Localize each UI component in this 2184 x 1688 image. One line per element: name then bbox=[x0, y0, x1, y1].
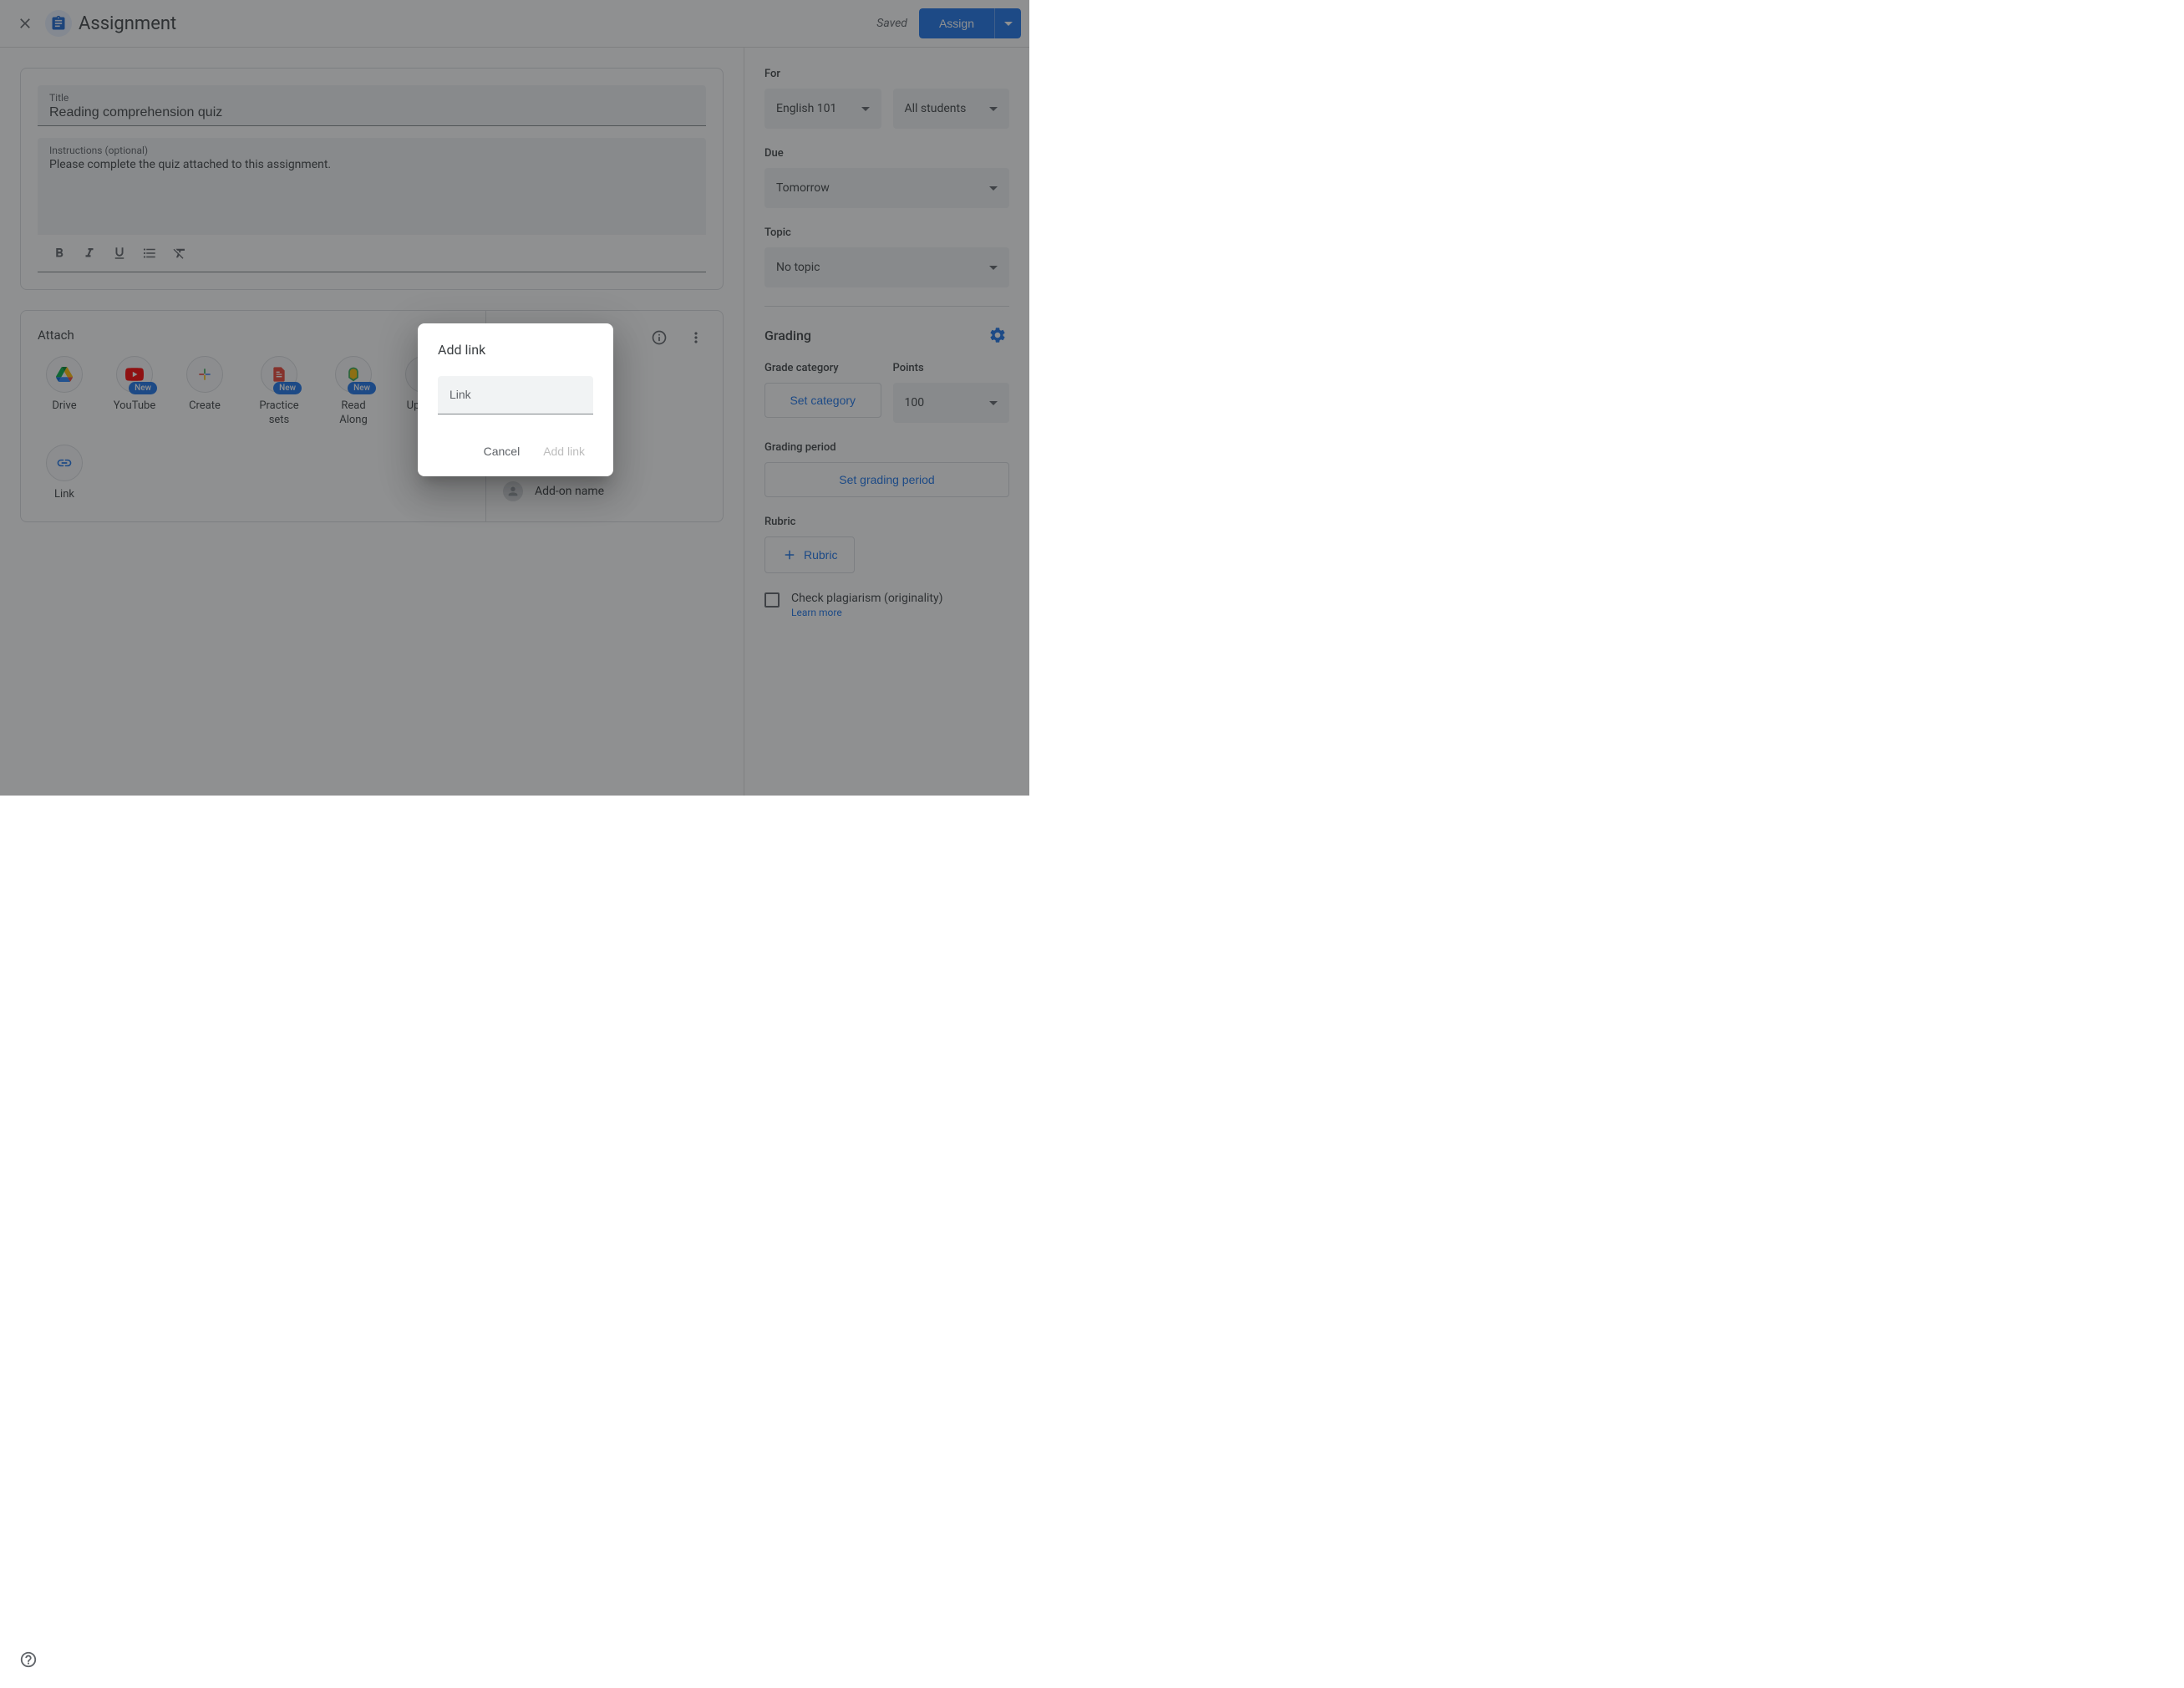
dialog-cancel-button[interactable]: Cancel bbox=[475, 438, 529, 465]
dialog-confirm-button[interactable]: Add link bbox=[535, 438, 593, 465]
dialog-title: Add link bbox=[438, 342, 593, 358]
help-icon bbox=[19, 1650, 38, 1669]
link-input-field[interactable] bbox=[438, 376, 593, 414]
link-input[interactable] bbox=[449, 388, 582, 401]
add-link-dialog: Add link Cancel Add link bbox=[418, 323, 613, 476]
help-button[interactable] bbox=[13, 1645, 43, 1675]
